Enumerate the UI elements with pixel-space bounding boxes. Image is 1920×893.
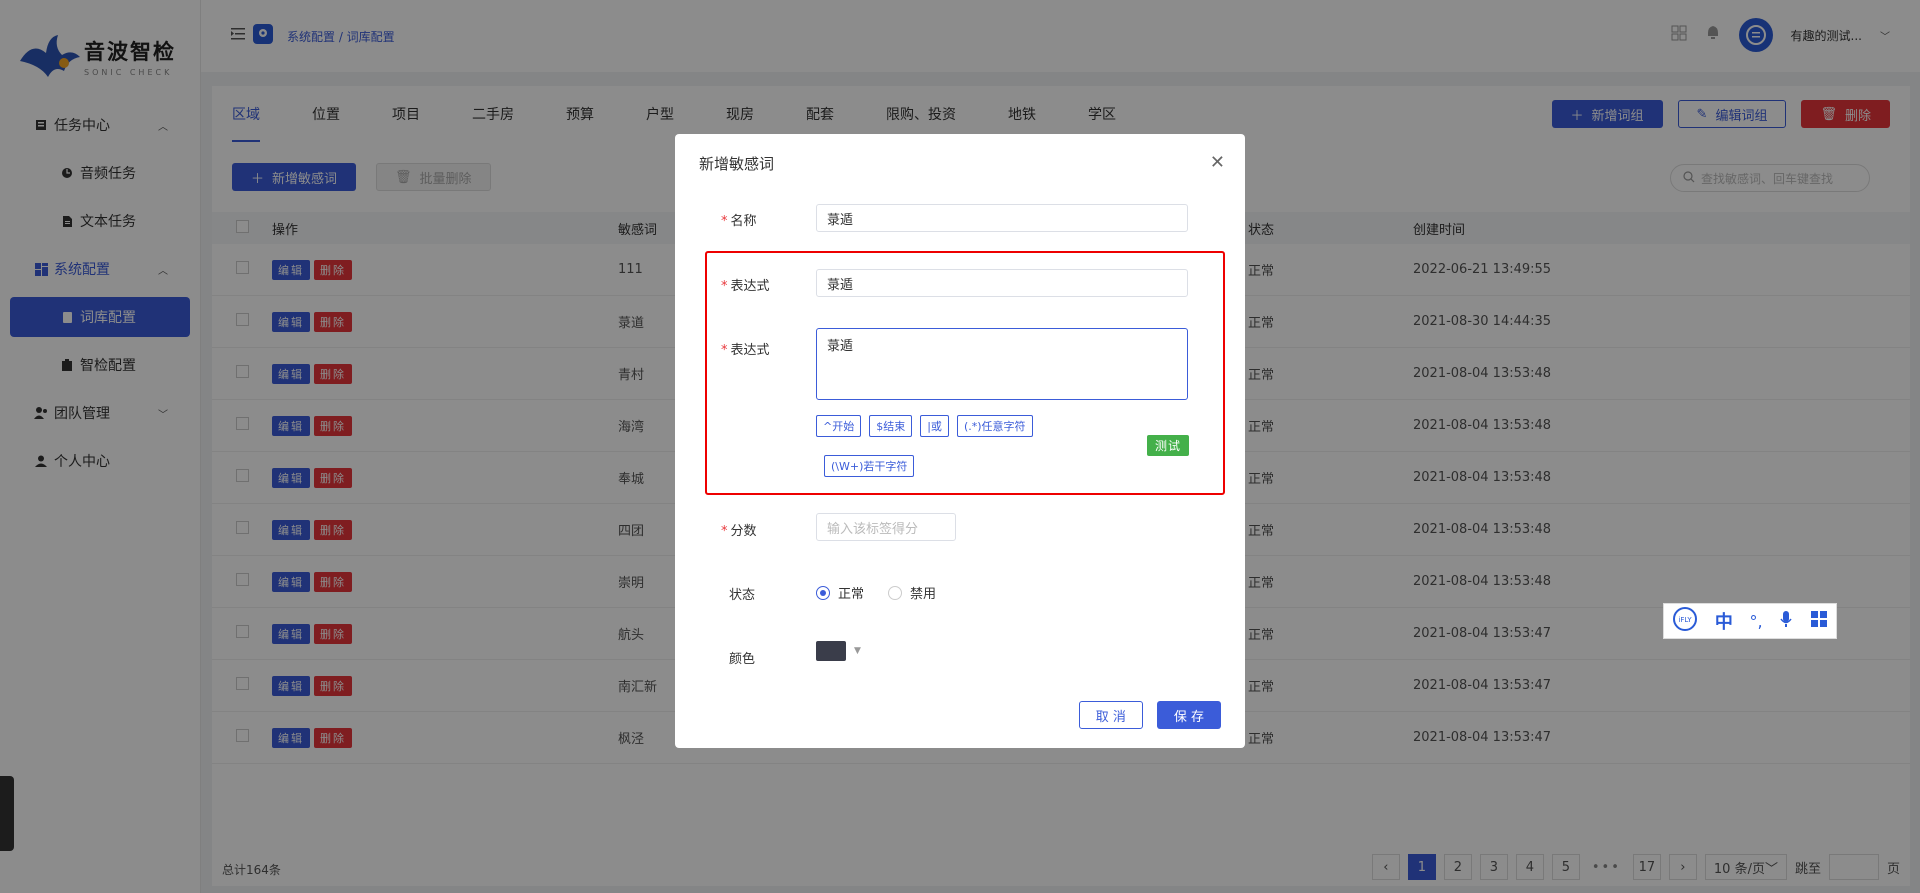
dialog-title: 新增敏感词 <box>699 155 775 173</box>
name-input[interactable]: 菉遁 <box>816 204 1188 232</box>
expression-textarea[interactable]: 菉遁 <box>816 328 1188 400</box>
punctuation-icon[interactable]: °, <box>1749 612 1762 631</box>
status-disabled-label: 禁用 <box>910 587 937 602</box>
add-sensitive-word-dialog: 新增敏感词 ✕ * 名称 菉遁 * 表达式 菉遁 * 表达式 菉遁 ^开始 $结束 |… <box>675 134 1245 748</box>
chip-end[interactable]: $结束 <box>869 415 913 437</box>
test-button[interactable]: 测试 <box>1146 435 1189 456</box>
score-label: * 分数 <box>721 524 757 539</box>
chip-start[interactable]: ^开始 <box>816 415 862 437</box>
name-label: * 名称 <box>721 214 757 229</box>
expression-label: * 表达式 <box>721 279 770 294</box>
chinese-mode-icon[interactable]: 中 <box>1715 608 1733 634</box>
microphone-icon[interactable] <box>1779 610 1793 632</box>
status-normal-radio[interactable] <box>816 585 830 600</box>
chip-or[interactable]: |或 <box>920 415 949 437</box>
ifly-logo-icon[interactable]: iFLY <box>1672 606 1698 636</box>
save-button[interactable]: 保 存 <box>1156 701 1221 729</box>
apps-icon[interactable] <box>1810 610 1828 632</box>
color-picker[interactable]: ▼ <box>816 641 861 661</box>
cancel-button[interactable]: 取 消 <box>1078 701 1143 729</box>
expression-input[interactable]: 菉遁 <box>816 269 1188 297</box>
status-normal-label: 正常 <box>838 587 865 602</box>
expression-label-2: * 表达式 <box>721 343 770 358</box>
chip-any-char[interactable]: (.*)任意字符 <box>956 415 1033 437</box>
caret-down-icon: ▼ <box>854 646 861 656</box>
color-swatch <box>816 641 846 661</box>
close-icon[interactable]: ✕ <box>1210 152 1225 173</box>
color-label: 颜色 <box>729 652 756 667</box>
chip-some-chars[interactable]: (\W+)若干字符 <box>824 455 915 477</box>
svg-text:iFLY: iFLY <box>1679 616 1693 624</box>
status-disabled-radio[interactable] <box>888 585 903 600</box>
score-input[interactable]: 输入该标签得分 <box>816 513 956 541</box>
status-label: 状态 <box>729 588 756 603</box>
ifly-toolbar: iFLY 中 °, <box>1663 603 1837 639</box>
